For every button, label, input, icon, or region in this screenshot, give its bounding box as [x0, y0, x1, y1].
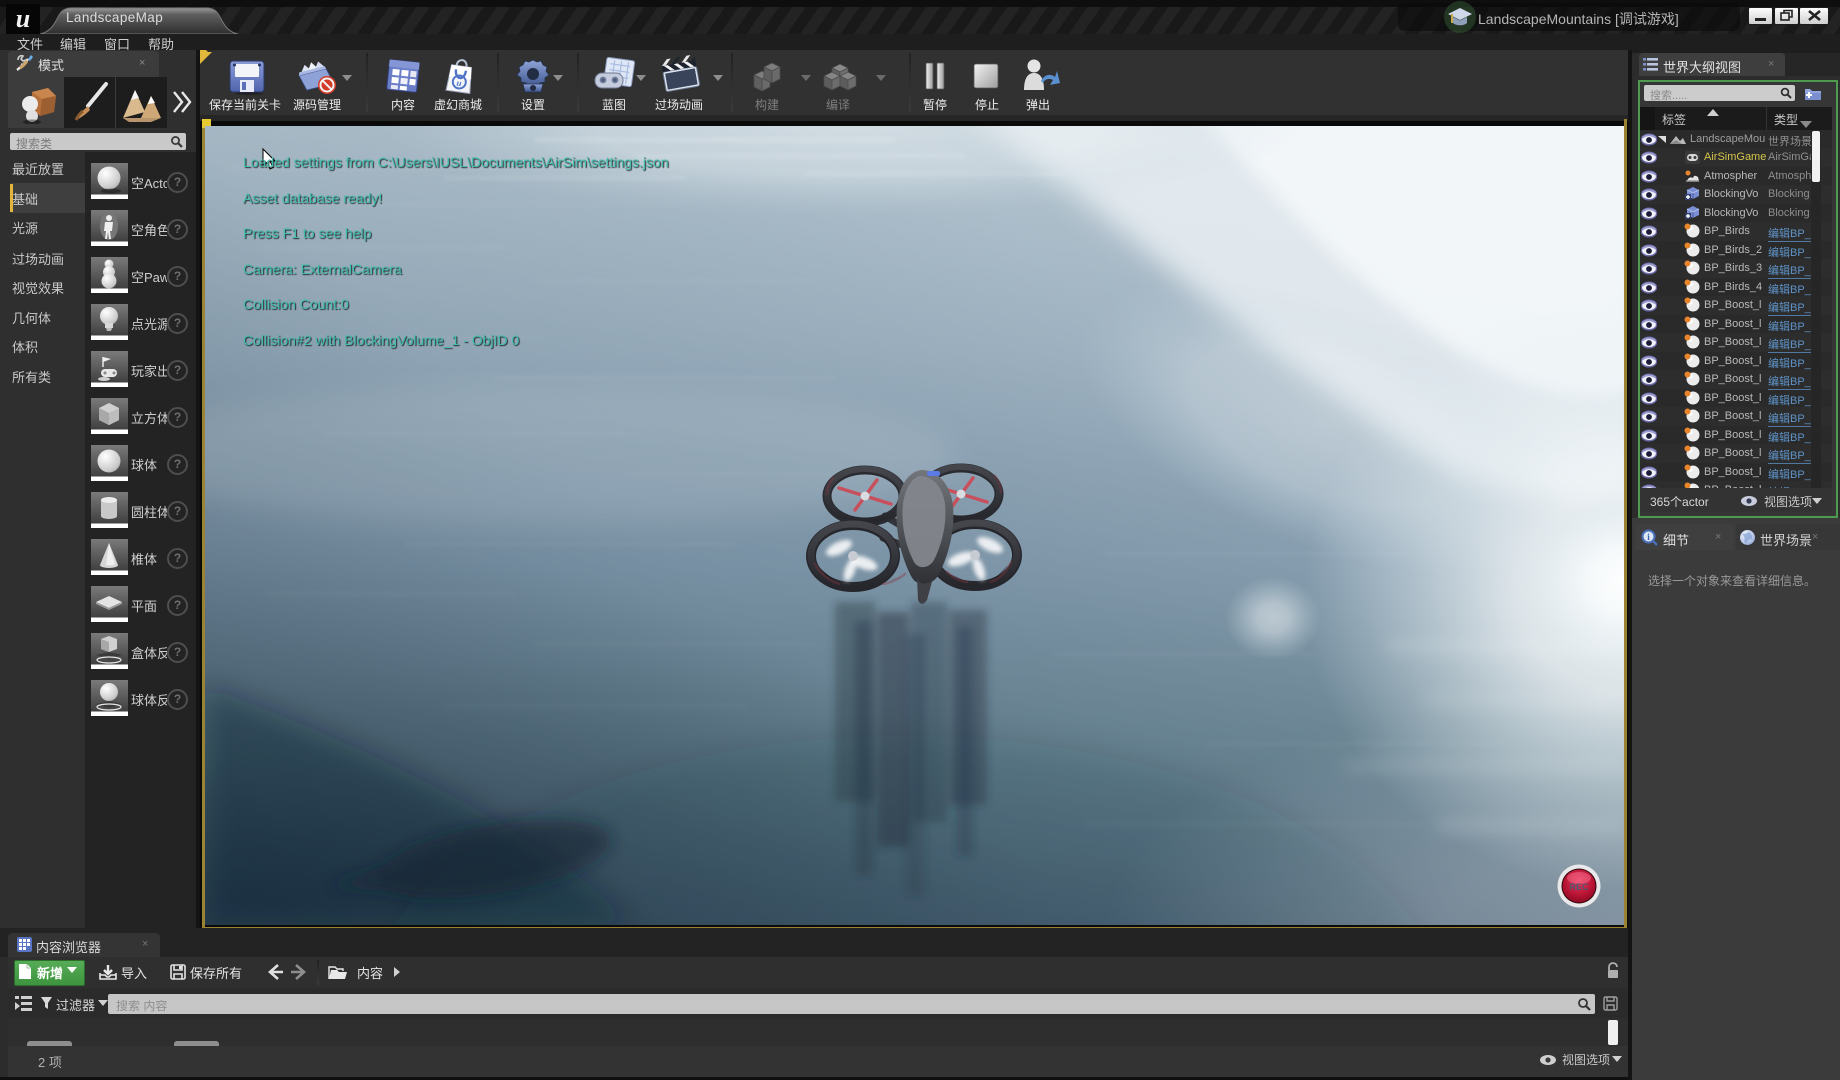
svg-text:u: u: [16, 4, 30, 33]
svg-text:REC: REC: [1569, 882, 1589, 892]
